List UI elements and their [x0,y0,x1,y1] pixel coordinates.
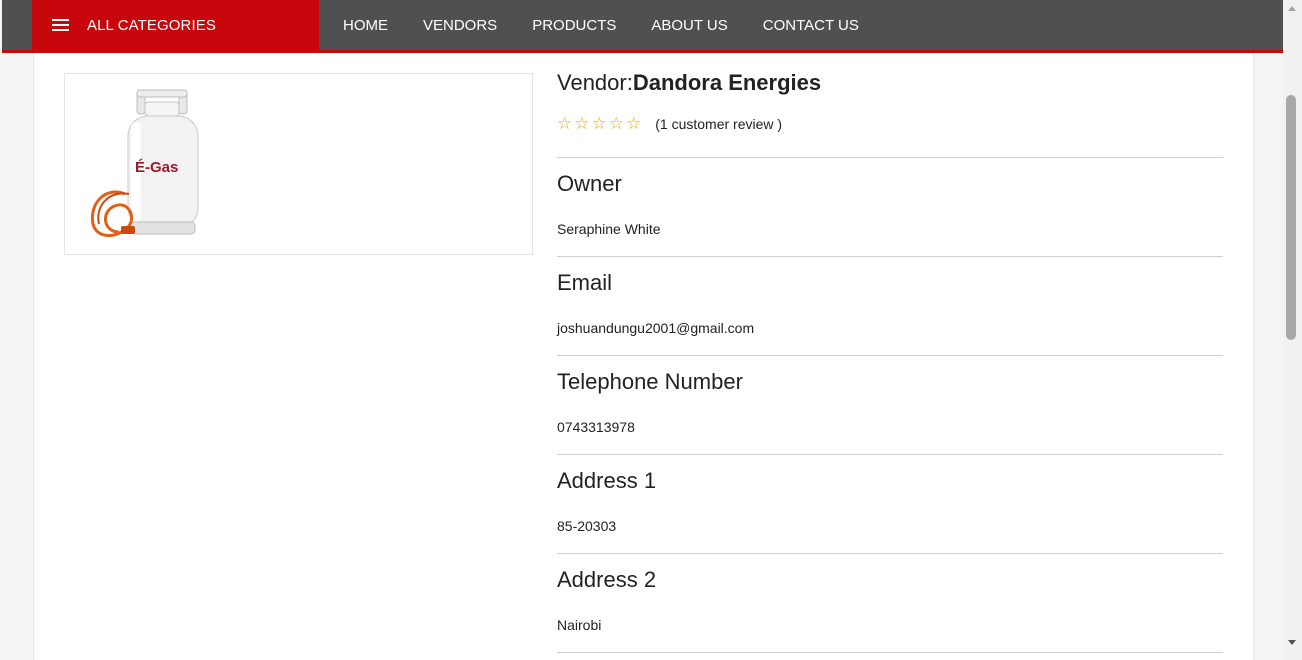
nav-links: HOME VENDORS PRODUCTS ABOUT US CONTACT U… [343,0,894,50]
address1-field: Address 1 85-20303 [557,454,1223,554]
nav-vendors-link[interactable]: VENDORS [423,17,497,34]
vendor-name: Dandora Energies [632,70,822,95]
email-value: joshuandungu2001@gmail.com [557,320,755,336]
email-field: Email joshuandungu2001@gmail.com [557,256,1223,356]
brand-text: É-Gas [135,159,178,176]
field-divider [557,652,1223,657]
telephone-field: Telephone Number 0743313978 [557,355,1223,455]
nav-about-link[interactable]: ABOUT US [651,17,727,34]
all-categories-label: ALL CATEGORIES [87,16,216,34]
address1-value: 85-20303 [557,518,617,534]
vendor-content-panel: É-Gas Vendor:Dandora Energies ☆ ☆ ☆ ☆ ☆ … [33,53,1254,660]
telephone-label: Telephone Number [557,369,743,394]
email-label: Email [557,270,613,295]
scrollbar-thumb[interactable] [1286,95,1296,340]
menu-icon [52,19,69,31]
star-empty-icon[interactable]: ☆ [626,115,641,132]
vendor-prefix: Vendor: [557,70,633,95]
vendor-rating: ☆ ☆ ☆ ☆ ☆ (1 customer review ) [557,115,782,132]
nav-contact-link[interactable]: CONTACT US [763,17,859,34]
owner-label: Owner [557,171,622,196]
vendor-image-box: É-Gas [64,73,533,255]
review-count: (1 customer review ) [655,115,783,132]
scroll-up-icon[interactable] [1288,6,1296,11]
nav-home-link[interactable]: HOME [343,17,388,34]
address2-value: Nairobi [557,617,602,633]
nav-products-link[interactable]: PRODUCTS [532,17,616,34]
star-empty-icon[interactable]: ☆ [574,115,589,132]
page-scrollbar[interactable] [1283,0,1302,660]
owner-field: Owner Seraphine White [557,157,1223,257]
star-empty-icon[interactable]: ☆ [592,115,607,132]
telephone-value: 0743313978 [557,419,635,435]
gas-cylinder-image: É-Gas [90,89,199,237]
address1-label: Address 1 [557,468,657,493]
star-empty-icon[interactable]: ☆ [609,115,624,132]
address2-label: Address 2 [557,567,657,592]
top-navbar: ALL CATEGORIES HOME VENDORS PRODUCTS ABO… [2,0,1283,53]
owner-value: Seraphine White [557,221,661,237]
all-categories-button[interactable]: ALL CATEGORIES [32,0,319,50]
address2-field: Address 2 Nairobi [557,553,1223,653]
star-empty-icon[interactable]: ☆ [557,115,572,132]
vendor-title: Vendor:Dandora Energies [557,70,821,96]
scroll-down-icon[interactable] [1288,640,1296,645]
